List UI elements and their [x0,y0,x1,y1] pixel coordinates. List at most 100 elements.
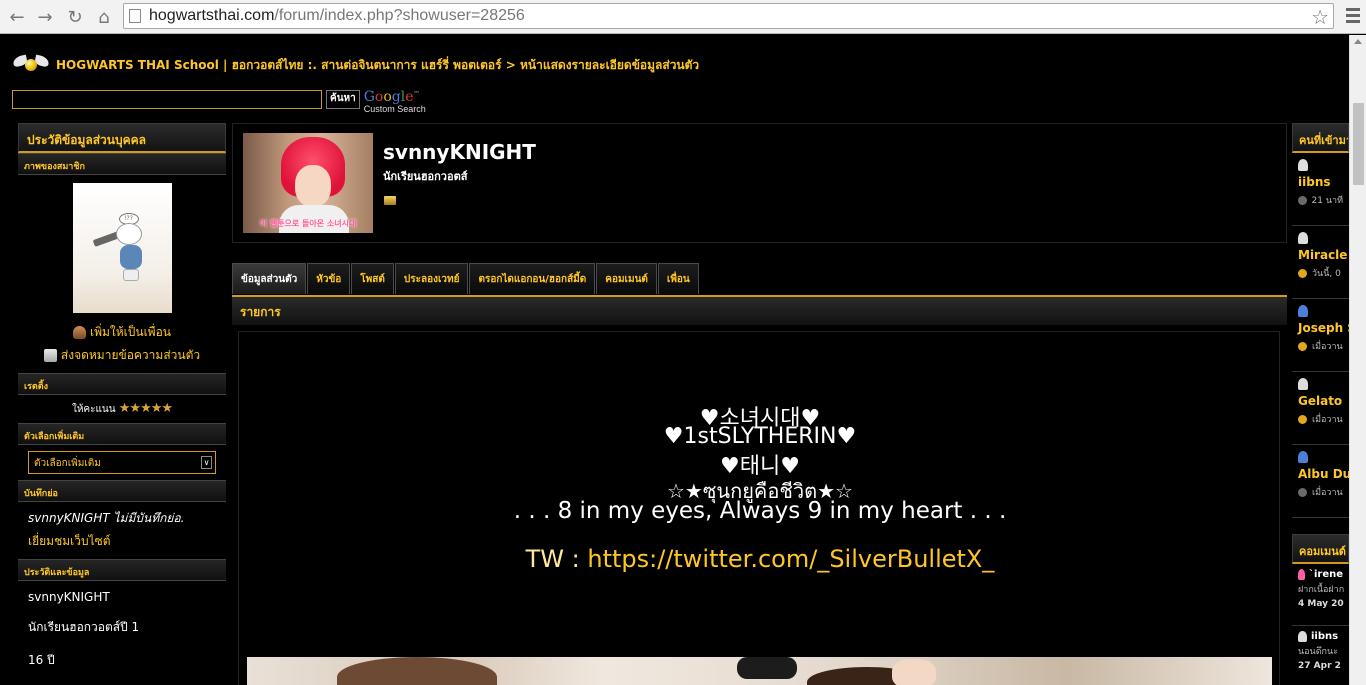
rating-row: ให้คะแนน ★★★★★ [18,395,226,423]
profile-header: 이 웹툰으로 돌아온 소녀시대 svnnyKNIGHT นักเรียนฮอกว… [232,123,1287,243]
rating-stars[interactable]: ★★★★★ [119,401,173,416]
back-arrow-icon[interactable]: ← [6,6,28,28]
history-age: 16 ปี [28,653,55,667]
visitor-time: เมื่อวาน [1312,415,1343,425]
profile-photo: 이 웹툰으로 돌아온 소녀시대 [243,133,373,233]
search-input[interactable] [12,90,322,109]
member-photo-heading: ภาพของสมาชิก [18,153,226,175]
options-dropdown[interactable]: ตัวเลือกเพิ่มเติม ∨ [28,451,216,474]
breadcrumb[interactable]: HOGWARTS THAI School | ฮอกวอตส์ไทย :. สา… [56,56,699,75]
scrollbar-thumb[interactable] [1353,103,1364,185]
comment-author[interactable]: `irene [1309,569,1343,580]
user-pawn-icon [1298,378,1308,390]
add-friend-label: เพิ่มให้เป็นเพื่อน [89,325,172,339]
bookmark-star-icon[interactable]: ☆ [1311,5,1329,29]
comment-text: ฝากเนื้อฝาก [1298,585,1345,595]
profile-sidebar-title: ประวัติข้อมูลส่วนบุคคล [18,123,226,153]
tab-profile-info[interactable]: ข้อมูลส่วนตัว [232,263,307,294]
rating-label: ให้คะแนน [71,404,116,415]
visitor-item[interactable]: Miracle lie วันนี้, 0 [1292,226,1349,299]
comment-item[interactable]: iibns นอนดึกนะ 27 Apr 2 [1292,626,1349,685]
forward-arrow-icon[interactable]: → [34,6,56,28]
tab-friends[interactable]: เพื่อน [657,263,699,294]
address-bar[interactable]: hogwartsthai.com/forum/index.php?showuse… [123,3,1334,29]
user-pawn-icon [1298,451,1308,463]
tab-diagon-alley[interactable]: ตรอกไดแอกอน/ฮอกส์มี้ด [469,263,596,294]
user-pawn-icon [1298,305,1308,317]
bio-content: ♥소녀시대♥ ♥1stSLYTHERIN♥ ♥태니♥ ☆★ซุนกยูคือชี… [238,331,1280,685]
visitor-name[interactable]: Miracle lie [1298,248,1349,262]
rating-heading: เรตติ้ง [18,373,226,395]
visitor-name[interactable]: Joseph Somerh [1298,321,1349,335]
recent-visitors-heading: คนที่เข้ามา [1292,123,1349,153]
status-dot-icon [1298,195,1307,205]
badge-icon [384,196,396,205]
visitor-name[interactable]: Gelato [1298,394,1343,408]
tab-posts[interactable]: โพสต์ [351,263,394,294]
profile-tabs: ข้อมูลส่วนตัว หัวข้อ โพสต์ ประลองเวทย์ ต… [232,263,700,294]
tab-topics[interactable]: หัวข้อ [307,263,351,294]
profile-rank: นักเรียนฮอกวอตส์ [383,170,468,183]
user-pawn-icon [1298,159,1308,171]
visitor-item[interactable]: Gelato เมื่อวาน [1292,372,1349,445]
visitor-item[interactable]: iibns 21 นาที [1292,153,1349,226]
comment-date: 27 Apr 2 [1298,661,1341,671]
visitor-time: วันนี้, 0 [1312,269,1341,279]
site-header: HOGWARTS THAI School | ฮอกวอตส์ไทย :. สา… [12,53,699,77]
member-photo-section: !?? เพิ่มให้เป็นเพื่อน ส่งจดหมายข้อความส… [18,175,226,373]
page-scrollbar[interactable] [1349,35,1366,685]
chevron-down-icon: ∨ [201,456,212,469]
history-name: svnnyKNIGHT [28,590,110,604]
comment-date: 4 May 20 [1298,599,1344,609]
comment-item[interactable]: `irene ฝากเนื้อฝาก 4 May 20 [1292,564,1349,626]
user-pawn-icon [1298,631,1307,642]
visitor-name[interactable]: iibns [1298,175,1343,189]
options-dropdown-value: ตัวเลือกเพิ่มเติม [34,458,101,469]
options-heading: ตัวเลือกเพิ่มเติม [18,423,226,445]
mail-icon [43,349,57,362]
search-row: ค้นหา Google™ Custom Search [12,90,426,114]
photo-caption: 이 웹툰으로 돌아온 소녀시대 [259,219,357,228]
visitor-time: เมื่อวาน [1312,488,1343,498]
page: HOGWARTS THAI School | ฮอกวอตส์ไทย :. สา… [0,35,1349,685]
visitor-time: 21 นาที [1311,196,1343,206]
custom-search-label: Custom Search [363,104,426,114]
google-custom-search-logo: Google™ Custom Search [364,90,426,114]
profile-sidebar: ประวัติข้อมูลส่วนบุคคล ภาพของสมาชิก !?? … [18,123,226,678]
twitter-link[interactable]: https://twitter.com/_SilverBulletX_ [587,545,994,573]
reload-icon[interactable]: ↻ [64,6,86,28]
history-heading: ประวัติและข้อมูล [18,559,226,581]
user-pawn-icon [1298,569,1305,580]
search-button[interactable]: ค้นหา [326,90,360,109]
browser-menu-icon[interactable] [1346,8,1360,26]
home-icon[interactable]: ⌂ [93,6,115,28]
status-dot-icon [1298,341,1307,351]
tab-comments[interactable]: คอมเมนต์ [596,263,657,294]
history-rank: นักเรียนฮอกวอตส์ปี 1 [28,620,140,634]
add-friend-icon [72,326,86,339]
user-pawn-icon [1298,232,1308,244]
comment-text: นอนดึกนะ [1298,647,1338,657]
golden-snitch-logo-icon[interactable] [12,54,50,76]
status-dot-icon [1298,268,1307,278]
status-dot-icon [1298,414,1307,424]
visitor-item[interactable]: Albu Dumble เมื่อวาน [1292,445,1349,518]
bio-line-5: . . . 8 in my eyes, Always 9 in my heart… [513,498,1007,524]
send-pm-link[interactable]: ส่งจดหมายข้อความส่วนตัว [24,346,220,365]
status-dot-icon [1298,487,1307,497]
profile-name: svnnyKNIGHT [383,140,536,164]
url-text[interactable]: hogwartsthai.com/forum/index.php?showuse… [149,7,525,25]
browser-toolbar: ← → ↻ ⌂ hogwartsthai.com/forum/index.php… [0,0,1366,34]
add-friend-link[interactable]: เพิ่มให้เป็นเพื่อน [24,323,220,342]
tab-duel[interactable]: ประลองเวทย์ [394,263,469,294]
visitor-item[interactable]: Joseph Somerh เมื่อวาน [1292,299,1349,372]
notes-text: svnnyKNIGHT ไม่มีบันทึกย่อ. [28,511,185,525]
visitor-name[interactable]: Albu Dumble [1298,467,1349,481]
list-heading: รายการ [232,295,1287,325]
page-icon [129,9,141,23]
bio-photo [247,657,1272,685]
comments-heading: คอมเมนต์ [1292,534,1349,564]
scroll-up-arrow-icon[interactable] [1354,39,1362,44]
visit-website-link[interactable]: เยี่ยมชมเว็บไซต์ [18,528,226,559]
comment-author[interactable]: iibns [1311,631,1338,642]
